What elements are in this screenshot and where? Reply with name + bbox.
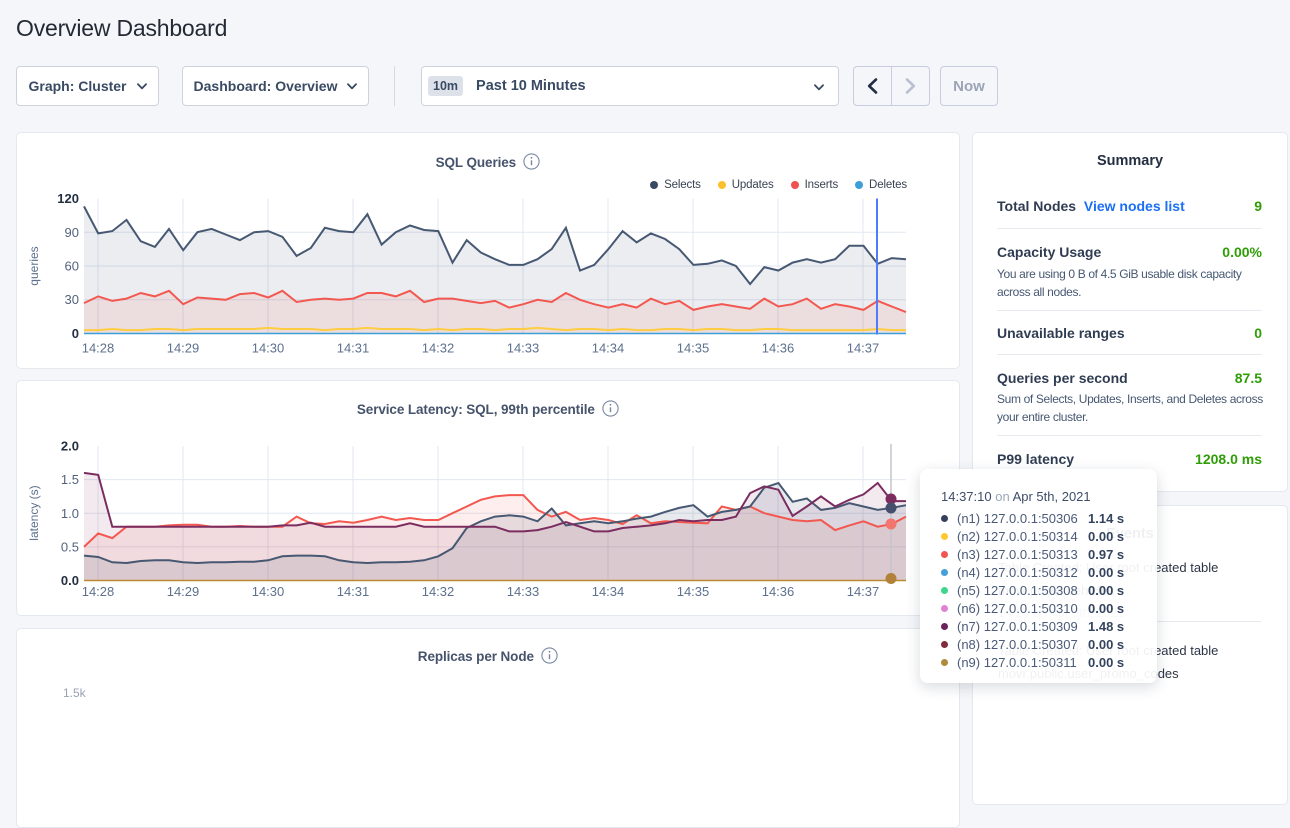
- svg-text:14:30: 14:30: [252, 341, 285, 356]
- svg-text:0.5: 0.5: [61, 539, 79, 554]
- svg-text:120: 120: [57, 191, 79, 206]
- svg-text:14:33: 14:33: [507, 341, 540, 356]
- svg-text:14:34: 14:34: [592, 584, 625, 599]
- svg-text:14:31: 14:31: [337, 341, 370, 356]
- svg-text:0.0: 0.0: [61, 573, 79, 588]
- svg-text:30: 30: [65, 292, 79, 307]
- svg-text:90: 90: [65, 225, 79, 240]
- svg-text:14:37: 14:37: [847, 341, 880, 356]
- svg-text:0: 0: [72, 326, 79, 341]
- svg-text:14:32: 14:32: [422, 584, 455, 599]
- svg-text:1.5: 1.5: [61, 472, 79, 487]
- svg-text:14:36: 14:36: [762, 341, 795, 356]
- svg-text:14:35: 14:35: [677, 341, 710, 356]
- svg-text:2.0: 2.0: [61, 439, 79, 454]
- svg-text:14:34: 14:34: [592, 341, 625, 356]
- svg-text:14:29: 14:29: [167, 584, 200, 599]
- svg-text:14:29: 14:29: [167, 341, 200, 356]
- svg-text:60: 60: [65, 259, 79, 274]
- svg-text:queries: queries: [27, 246, 41, 285]
- svg-text:14:31: 14:31: [337, 584, 370, 599]
- svg-text:14:28: 14:28: [82, 341, 115, 356]
- svg-text:14:30: 14:30: [252, 584, 285, 599]
- svg-text:14:28: 14:28: [82, 584, 115, 599]
- svg-text:1.0: 1.0: [61, 506, 79, 521]
- svg-text:14:37: 14:37: [847, 584, 880, 599]
- svg-text:latency (s): latency (s): [27, 485, 41, 540]
- svg-text:14:33: 14:33: [507, 584, 540, 599]
- svg-text:14:36: 14:36: [762, 584, 795, 599]
- svg-text:14:35: 14:35: [677, 584, 710, 599]
- svg-text:14:32: 14:32: [422, 341, 455, 356]
